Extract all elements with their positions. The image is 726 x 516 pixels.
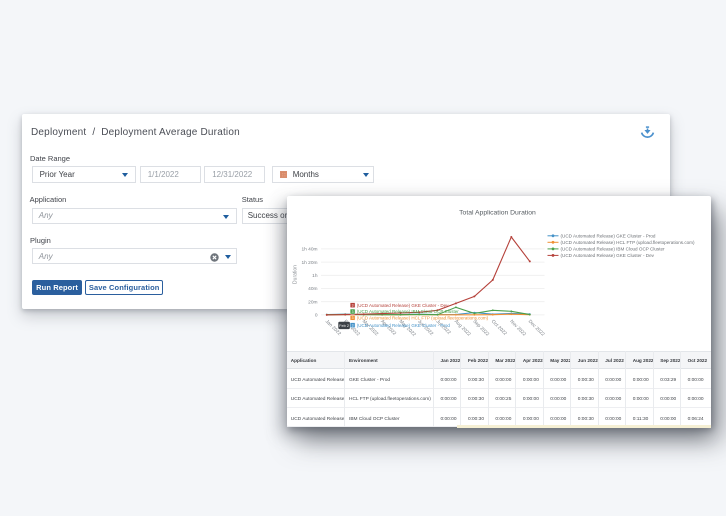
svg-text:1h 20m: 1h 20m bbox=[301, 259, 317, 265]
svg-text:(UCD Automated Release) IBM Cl: (UCD Automated Release) IBM Cloud OCP Cl… bbox=[560, 246, 665, 251]
svg-text:Sep 2022: Sep 2022 bbox=[471, 318, 490, 337]
svg-text:Total Application Duration: Total Application Duration bbox=[459, 209, 536, 216]
svg-text:Nov 2022: Nov 2022 bbox=[508, 318, 527, 337]
svg-text:Duration: Duration bbox=[292, 264, 298, 283]
svg-text:May 2022: May 2022 bbox=[397, 318, 416, 337]
svg-text:Oct 2022: Oct 2022 bbox=[489, 318, 507, 336]
svg-text:(UCD Automated Release) GKE Cl: (UCD Automated Release) GKE Cluster - De… bbox=[560, 253, 654, 258]
svg-text:40m: 40m bbox=[308, 286, 317, 292]
svg-text:Aug 2022: Aug 2022 bbox=[452, 318, 471, 337]
svg-text:1h 40m: 1h 40m bbox=[301, 246, 317, 252]
svg-text:(UCD Automated Release) HCL FT: (UCD Automated Release) HCL FTP (upload.… bbox=[560, 239, 695, 244]
svg-text:1h: 1h bbox=[312, 273, 318, 279]
svg-text:3: 3 bbox=[351, 309, 353, 313]
svg-text:(UCD Automated Release) GKE Cl: (UCD Automated Release) GKE Cluster - De… bbox=[356, 302, 448, 307]
svg-text:Feb 2: Feb 2 bbox=[339, 322, 349, 327]
svg-text:20m: 20m bbox=[308, 299, 317, 305]
svg-text:0: 0 bbox=[314, 312, 317, 318]
svg-text:(UCD Automated Release) HCL FT: (UCD Automated Release) HCL FTP (upload.… bbox=[356, 315, 488, 320]
svg-text:Dec 2022: Dec 2022 bbox=[526, 318, 545, 337]
svg-text:(UCD Automated Release) GKE Cl: (UCD Automated Release) GKE Cluster - Pr… bbox=[356, 322, 450, 327]
svg-text:(UCD Automated Release) GKE Cl: (UCD Automated Release) GKE Cluster - Pr… bbox=[560, 233, 655, 238]
svg-text:(UCD Automated Release) IBM Cl: (UCD Automated Release) IBM Cloud OCP Cl… bbox=[356, 309, 458, 314]
svg-text:3: 3 bbox=[351, 323, 353, 327]
svg-text:Mar 2022: Mar 2022 bbox=[360, 318, 379, 337]
svg-text:3: 3 bbox=[351, 303, 353, 307]
svg-text:Jun 2022: Jun 2022 bbox=[416, 318, 434, 336]
svg-text:3: 3 bbox=[351, 316, 353, 320]
